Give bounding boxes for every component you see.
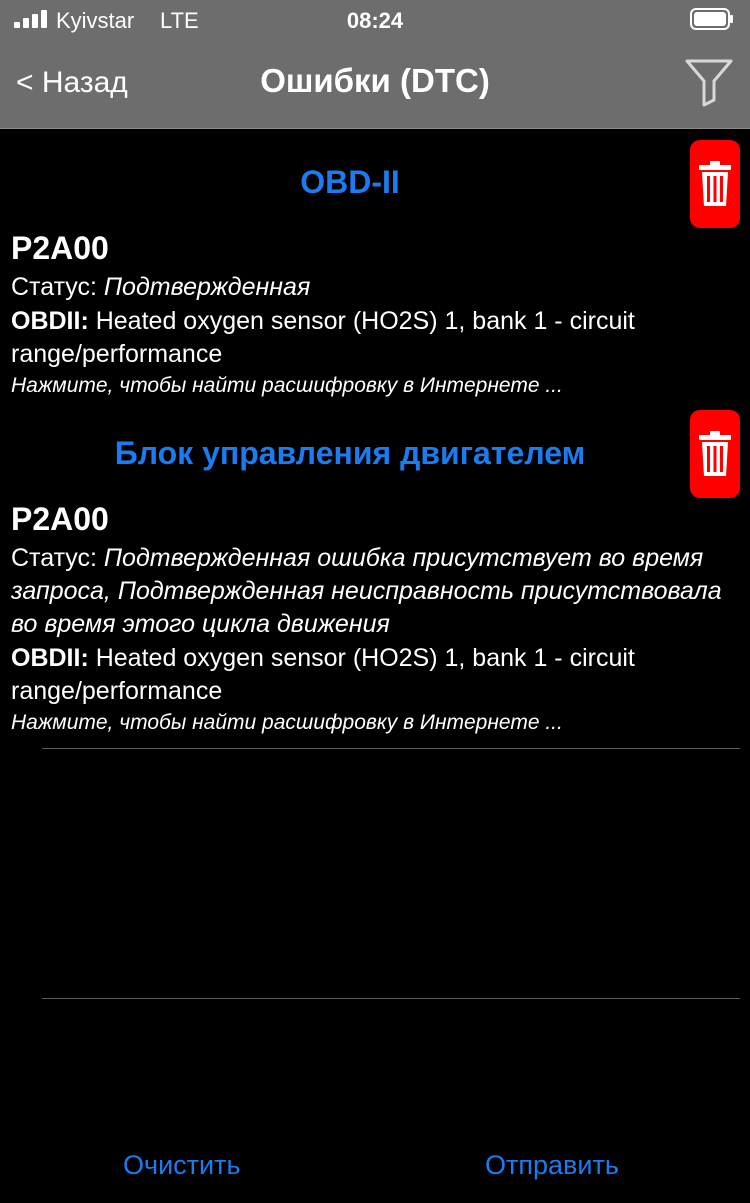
delete-button-ecu[interactable]	[690, 410, 740, 498]
filter-icon[interactable]	[684, 56, 734, 108]
trash-icon	[699, 431, 731, 476]
dtc-code[interactable]: P2A00	[11, 230, 109, 267]
dtc-status: Статус: Подтвержденная	[11, 273, 311, 301]
battery-icon	[690, 8, 733, 30]
trash-icon	[699, 161, 731, 206]
navigation-bar: < Назад Ошибки (DTC)	[0, 40, 750, 129]
dtc-code[interactable]: P2A00	[11, 501, 109, 538]
section-title-obd2: OBD-II	[300, 164, 400, 200]
search-hint-link[interactable]: Нажмите, чтобы найти расшифровку в Интер…	[11, 711, 563, 735]
dtc-status: Статус: Подтвержденная ошибка присутству…	[11, 544, 722, 638]
send-button[interactable]: Отправить	[485, 1150, 619, 1181]
section-title-ecu: Блок управления двигателем	[114, 435, 586, 471]
search-hint-link[interactable]: Нажмите, чтобы найти расшифровку в Интер…	[11, 374, 563, 398]
divider	[42, 748, 740, 749]
page-title: Ошибки (DTC)	[260, 62, 490, 99]
clear-button[interactable]: Очистить	[123, 1150, 241, 1181]
dtc-description: OBDII: Heated oxygen sensor (HO2S) 1, ba…	[11, 307, 635, 368]
status-time: 08:24	[346, 8, 404, 33]
delete-button-obd2[interactable]	[690, 140, 740, 228]
divider	[42, 998, 740, 999]
dtc-description: OBDII: Heated oxygen sensor (HO2S) 1, ba…	[11, 644, 635, 705]
status-bar: Kyivstar LTE 08:24	[0, 0, 750, 40]
